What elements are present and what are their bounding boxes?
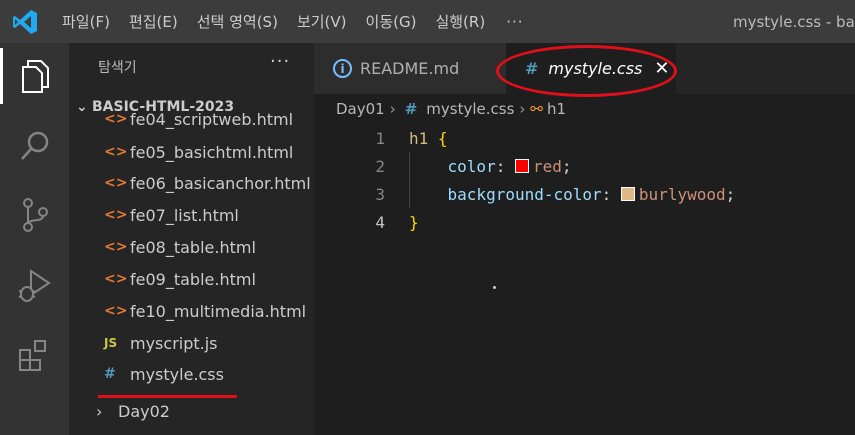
extensions-icon — [18, 340, 46, 371]
breadcrumb-file[interactable]: mystyle.css — [426, 100, 514, 118]
file-item[interactable]: JS myscript.js — [104, 327, 218, 359]
menu-bar: 파일(F) 편집(E) 선택 영역(S) 보기(V) 이동(G) 실행(R) ·… — [62, 0, 543, 43]
info-icon: i — [333, 59, 352, 78]
run-debug-icon — [18, 269, 51, 302]
menu-more[interactable]: ··· — [506, 13, 523, 31]
html-file-icon: <> — [104, 207, 128, 223]
js-file-icon: JS — [104, 336, 118, 350]
file-item[interactable]: # mystyle.css — [104, 358, 224, 390]
code-line: 4 } — [314, 208, 855, 236]
html-file-icon: <> — [104, 303, 128, 319]
color-swatch[interactable] — [620, 187, 635, 201]
html-file-icon: <> — [104, 111, 128, 127]
symbol-icon: ⚯ — [530, 100, 543, 118]
file-label: mystyle.css — [130, 364, 224, 384]
line-number: 4 — [375, 212, 385, 232]
css-property: color — [447, 156, 496, 176]
code-line: 2 color: red; — [314, 152, 855, 180]
search-icon — [20, 131, 48, 160]
line-number: 2 — [375, 156, 385, 176]
file-item[interactable]: <> fe08_table.html — [104, 231, 256, 263]
html-file-icon: <> — [104, 271, 128, 287]
css-property: background-color — [447, 184, 602, 204]
css-value: burlywood — [638, 184, 726, 204]
html-file-icon: <> — [104, 144, 128, 160]
chevron-right-icon: › — [96, 402, 103, 421]
explorer-button[interactable] — [0, 48, 69, 104]
breadcrumb-folder[interactable]: Day01 — [336, 100, 385, 118]
files-icon — [22, 60, 49, 93]
tab-label: README.md — [360, 59, 460, 78]
color-swatch[interactable] — [514, 159, 529, 173]
close-brace: } — [409, 212, 419, 232]
folder-day02[interactable]: › Day02 — [96, 402, 170, 421]
red-underline-annotation — [98, 395, 237, 398]
breadcrumb-symbol[interactable]: h1 — [547, 100, 566, 118]
menu-view[interactable]: 보기(V) — [297, 11, 347, 32]
folder-label: Day02 — [118, 402, 170, 421]
menu-run[interactable]: 실행(R) — [435, 11, 485, 32]
html-file-icon: <> — [104, 239, 128, 255]
file-label: fe04_scriptweb.html — [130, 109, 294, 129]
file-label: myscript.js — [130, 333, 218, 353]
html-file-icon: <> — [104, 175, 128, 191]
chevron-right-icon: › — [519, 100, 526, 118]
file-item[interactable]: <> fe04_scriptweb.html — [104, 103, 293, 135]
menu-file[interactable]: 파일(F) — [62, 11, 110, 32]
breadcrumb: Day01 › # mystyle.css › ⚯ h1 — [336, 100, 566, 118]
run-debug-button[interactable] — [0, 257, 69, 313]
file-label: fe08_table.html — [130, 237, 256, 257]
explorer-panel: 탐색기 ··· ⌄ BASIC-HTML-2023 <> fe04_scriptwe… — [69, 43, 314, 435]
menu-go[interactable]: 이동(G) — [366, 11, 417, 32]
title-bar: 파일(F) 편집(E) 선택 영역(S) 보기(V) 이동(G) 실행(R) ·… — [0, 0, 855, 43]
source-control-button[interactable] — [0, 187, 69, 243]
line-number: 1 — [375, 128, 385, 148]
file-item[interactable]: <> fe09_table.html — [104, 263, 256, 295]
mouse-dot — [493, 286, 496, 289]
line-number: 3 — [375, 184, 385, 204]
open-brace: { — [437, 128, 448, 148]
css-selector: h1 — [409, 128, 429, 148]
file-item[interactable]: <> fe07_list.html — [104, 199, 239, 231]
extensions-button[interactable] — [0, 327, 69, 383]
file-label: fe09_table.html — [130, 269, 256, 289]
tab-readme[interactable]: i README.md — [314, 43, 506, 94]
code-line: 1 h1 { — [314, 124, 855, 152]
chevron-right-icon: › — [389, 100, 396, 118]
menu-edit[interactable]: 편집(E) — [129, 11, 178, 32]
file-item[interactable]: <> fe10_multimedia.html — [104, 295, 306, 327]
window-title: mystyle.css - ba — [733, 13, 855, 31]
source-control-icon — [22, 198, 48, 232]
css-value: red — [532, 156, 562, 176]
explorer-title: 탐색기 — [98, 60, 137, 76]
file-item[interactable]: <> fe06_basicanchor.html — [104, 167, 311, 199]
chevron-down-icon: ⌄ — [76, 99, 88, 115]
file-label: fe06_basicanchor.html — [130, 173, 311, 193]
more-actions-button[interactable]: ··· — [270, 51, 290, 72]
code-line: 3 background-color: burlywood; — [314, 180, 855, 208]
file-label: fe07_list.html — [130, 205, 239, 225]
css-file-icon: # — [404, 100, 418, 118]
vscode-logo-icon[interactable] — [12, 9, 38, 35]
css-file-icon: # — [104, 366, 116, 382]
file-label: fe10_multimedia.html — [130, 301, 307, 321]
search-button[interactable] — [0, 118, 69, 174]
file-item[interactable]: <> fe05_basichtml.html — [104, 136, 293, 168]
activity-bar — [0, 43, 69, 435]
file-label: fe05_basichtml.html — [130, 142, 294, 162]
red-oval-annotation — [496, 45, 677, 97]
menu-selection[interactable]: 선택 영역(S) — [197, 11, 278, 32]
